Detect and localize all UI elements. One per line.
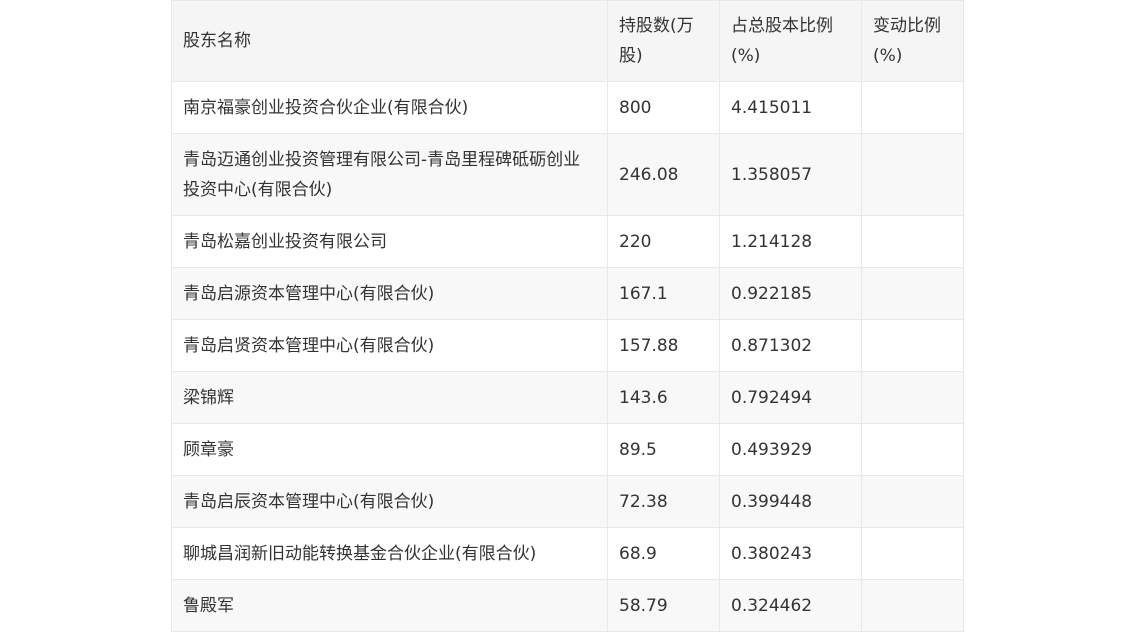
table-header: 股东名称 持股数(万股) 占总股本比例(%) 变动比例(%) <box>171 0 964 82</box>
cell-shares-held: 58.79 <box>607 579 720 632</box>
cell-shareholder-name: 青岛启辰资本管理中心(有限合伙) <box>171 475 608 528</box>
cell-change-ratio <box>861 423 964 476</box>
cell-share-ratio: 0.922185 <box>719 267 862 320</box>
cell-share-ratio: 1.358057 <box>719 133 862 216</box>
cell-shareholder-name: 青岛松嘉创业投资有限公司 <box>171 215 608 268</box>
header-change-ratio: 变动比例(%) <box>861 0 964 82</box>
cell-share-ratio: 0.493929 <box>719 423 862 476</box>
cell-share-ratio: 1.214128 <box>719 215 862 268</box>
cell-change-ratio <box>861 579 964 632</box>
cell-shares-held: 167.1 <box>607 267 720 320</box>
cell-shareholder-name: 青岛启贤资本管理中心(有限合伙) <box>171 319 608 372</box>
cell-share-ratio: 0.324462 <box>719 579 862 632</box>
cell-change-ratio <box>861 267 964 320</box>
shareholder-table-container: 股东名称 持股数(万股) 占总股本比例(%) 变动比例(%) 南京福豪创业投资合… <box>171 0 964 632</box>
cell-share-ratio: 0.399448 <box>719 475 862 528</box>
table-row: 聊城昌润新旧动能转换基金合伙企业(有限合伙) 68.9 0.380243 <box>171 527 964 580</box>
cell-shares-held: 157.88 <box>607 319 720 372</box>
cell-shareholder-name: 鲁殿军 <box>171 579 608 632</box>
cell-shareholder-name: 顾章豪 <box>171 423 608 476</box>
cell-shares-held: 89.5 <box>607 423 720 476</box>
cell-shares-held: 143.6 <box>607 371 720 424</box>
table-row: 梁锦辉 143.6 0.792494 <box>171 371 964 424</box>
table-row: 青岛启源资本管理中心(有限合伙) 167.1 0.922185 <box>171 267 964 320</box>
table-row: 青岛迈通创业投资管理有限公司-青岛里程碑砥砺创业投资中心(有限合伙) 246.0… <box>171 133 964 216</box>
table-row: 青岛启贤资本管理中心(有限合伙) 157.88 0.871302 <box>171 319 964 372</box>
cell-shareholder-name: 南京福豪创业投资合伙企业(有限合伙) <box>171 81 608 134</box>
shareholder-table: 股东名称 持股数(万股) 占总股本比例(%) 变动比例(%) 南京福豪创业投资合… <box>171 0 964 632</box>
table-row: 青岛启辰资本管理中心(有限合伙) 72.38 0.399448 <box>171 475 964 528</box>
cell-share-ratio: 0.792494 <box>719 371 862 424</box>
cell-shares-held: 246.08 <box>607 133 720 216</box>
cell-share-ratio: 4.415011 <box>719 81 862 134</box>
cell-change-ratio <box>861 371 964 424</box>
table-row: 顾章豪 89.5 0.493929 <box>171 423 964 476</box>
header-share-ratio: 占总股本比例(%) <box>719 0 862 82</box>
header-shareholder-name: 股东名称 <box>171 0 608 82</box>
table-body: 南京福豪创业投资合伙企业(有限合伙) 800 4.415011 青岛迈通创业投资… <box>171 81 964 632</box>
header-shares-held: 持股数(万股) <box>607 0 720 82</box>
cell-share-ratio: 0.380243 <box>719 527 862 580</box>
table-row: 南京福豪创业投资合伙企业(有限合伙) 800 4.415011 <box>171 81 964 134</box>
cell-shareholder-name: 聊城昌润新旧动能转换基金合伙企业(有限合伙) <box>171 527 608 580</box>
table-row: 鲁殿军 58.79 0.324462 <box>171 579 964 632</box>
cell-shares-held: 800 <box>607 81 720 134</box>
cell-change-ratio <box>861 81 964 134</box>
cell-change-ratio <box>861 319 964 372</box>
cell-change-ratio <box>861 215 964 268</box>
cell-shareholder-name: 青岛启源资本管理中心(有限合伙) <box>171 267 608 320</box>
cell-shareholder-name: 梁锦辉 <box>171 371 608 424</box>
cell-shareholder-name: 青岛迈通创业投资管理有限公司-青岛里程碑砥砺创业投资中心(有限合伙) <box>171 133 608 216</box>
table-row: 青岛松嘉创业投资有限公司 220 1.214128 <box>171 215 964 268</box>
cell-change-ratio <box>861 527 964 580</box>
cell-change-ratio <box>861 475 964 528</box>
cell-shares-held: 68.9 <box>607 527 720 580</box>
cell-shares-held: 72.38 <box>607 475 720 528</box>
header-row: 股东名称 持股数(万股) 占总股本比例(%) 变动比例(%) <box>171 0 964 82</box>
cell-change-ratio <box>861 133 964 216</box>
cell-shares-held: 220 <box>607 215 720 268</box>
cell-share-ratio: 0.871302 <box>719 319 862 372</box>
